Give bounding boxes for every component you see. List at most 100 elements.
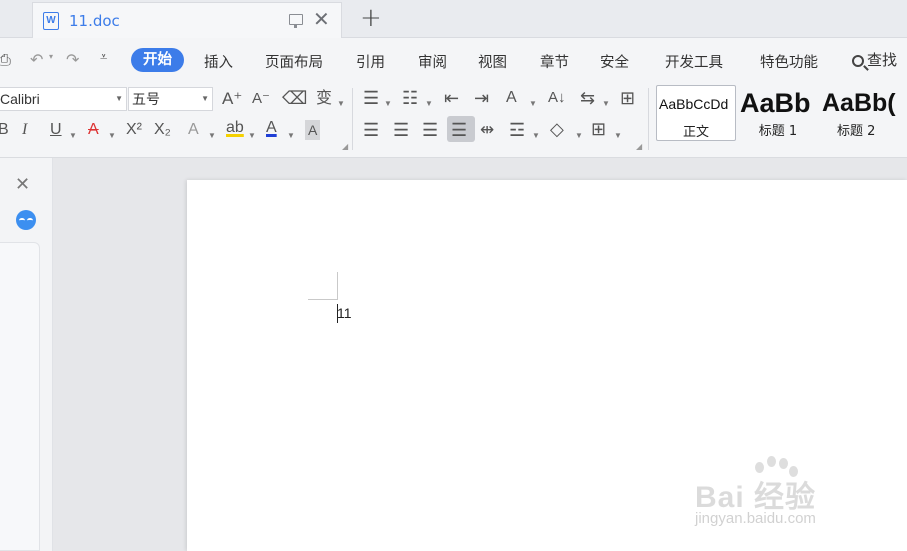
margin-marker-vertical [337, 272, 338, 300]
search-icon [852, 55, 864, 67]
word-doc-icon: W [43, 12, 59, 30]
chevron-down-icon[interactable]: ▼ [425, 94, 433, 114]
underline-icon[interactable]: U [50, 120, 62, 140]
style-heading-2[interactable]: AaBb( 标题 2 [820, 85, 907, 141]
style-normal[interactable]: AaBbCcDd 正文 [656, 85, 736, 141]
chevron-down-icon[interactable]: ▼ [529, 94, 537, 114]
paragraph-shading-icon[interactable]: ◇ [550, 119, 564, 139]
pin-window-icon[interactable] [289, 14, 303, 28]
menu-view[interactable]: 视图 [478, 51, 507, 72]
chevron-down-icon[interactable]: ▼ [248, 126, 256, 146]
style-preview: AaBb( [822, 89, 896, 117]
chevron-down-icon[interactable]: ▼ [532, 126, 540, 146]
left-task-pane: ✕ [0, 158, 53, 551]
chevron-down-icon[interactable]: ▼ [287, 126, 295, 146]
font-size-select[interactable]: 五号 ▼ [128, 87, 213, 111]
group-separator [352, 88, 353, 150]
chevron-down-icon[interactable]: ▼ [69, 126, 77, 146]
table-layout-icon[interactable]: ⊞ [620, 88, 635, 108]
line-spacing-toggle-icon[interactable]: ⇆ [580, 88, 595, 108]
style-heading-1[interactable]: AaBb 标题 1 [738, 85, 818, 141]
close-tab-icon[interactable]: ✕ [313, 7, 330, 31]
group-separator [648, 88, 649, 150]
customize-toolbar-icon[interactable]: ⩡ [100, 50, 107, 65]
style-gallery: AaBbCcDd 正文 AaBb 标题 1 AaBb( 标题 2 [655, 85, 907, 143]
print-preview-icon[interactable]: ⎙ [0, 50, 11, 70]
font-color-icon[interactable]: A [266, 118, 277, 138]
font-dialog-launcher[interactable]: ◢ [342, 142, 348, 151]
menu-review[interactable]: 审阅 [418, 51, 447, 72]
borders-icon[interactable]: ⊞ [591, 119, 606, 139]
strikethrough-icon[interactable]: A [88, 120, 99, 140]
chevron-down-icon[interactable]: ▼ [602, 94, 610, 114]
grow-font-icon[interactable]: A⁺ [222, 89, 242, 109]
clear-format-icon[interactable]: ⌫ [282, 88, 307, 108]
search-button[interactable]: 查找 [852, 49, 897, 70]
menu-security[interactable]: 安全 [600, 51, 629, 72]
menu-sections[interactable]: 章节 [540, 51, 569, 72]
document-tab-title: 11.doc [69, 12, 120, 30]
font-name-select[interactable]: Calibri ▼ [0, 87, 127, 111]
text-direction-icon[interactable]: A [506, 88, 517, 108]
paw-icon [779, 458, 788, 469]
margin-marker-horizontal [308, 299, 337, 300]
document-tab[interactable]: W 11.doc ✕ [32, 2, 342, 38]
pane-content [0, 242, 40, 551]
document-text[interactable]: 11 [337, 305, 352, 321]
font-size-value: 五号 [132, 91, 160, 107]
justify-icon: ☰ [451, 120, 468, 140]
align-left-icon[interactable]: ☰ [363, 120, 379, 140]
distributed-align-icon[interactable]: ⇹ [480, 120, 494, 140]
undo-dropdown-icon[interactable]: ▾ [49, 52, 53, 61]
paw-icon [767, 456, 776, 467]
chevron-down-icon: ▼ [201, 94, 209, 103]
new-tab-button[interactable]: + [360, 3, 382, 33]
ribbon: Calibri ▼ 五号 ▼ A⁺ A⁻ ⌫ 变 ▼ B I U ▼ A ▼ X² … [0, 82, 907, 158]
style-name: 标题 2 [837, 124, 876, 139]
superscript-icon[interactable]: X² [126, 120, 142, 140]
menu-special-features[interactable]: 特色功能 [760, 51, 818, 72]
shrink-font-icon[interactable]: A⁻ [252, 89, 270, 109]
line-spacing-icon[interactable]: ☲ [509, 120, 525, 140]
chevron-down-icon[interactable]: ▼ [337, 94, 345, 114]
assistant-logo-icon[interactable] [16, 210, 36, 230]
chevron-down-icon[interactable]: ▼ [108, 126, 116, 146]
redo-icon[interactable]: ↷ [66, 50, 79, 69]
character-shading-icon[interactable]: A [305, 120, 321, 140]
decrease-indent-icon[interactable]: ⇤ [444, 88, 459, 108]
close-pane-icon[interactable]: ✕ [15, 174, 30, 195]
undo-icon[interactable]: ↶ [30, 50, 43, 69]
style-preview: AaBb [740, 88, 811, 118]
text-effect-icon[interactable]: A [188, 120, 199, 140]
bold-icon[interactable]: B [0, 120, 9, 140]
subscript-icon[interactable]: X₂ [154, 120, 171, 140]
chevron-down-icon[interactable]: ▼ [384, 94, 392, 114]
tab-bar: W 11.doc ✕ + [0, 0, 907, 38]
font-name-value: Calibri [0, 91, 40, 107]
style-name: 正文 [682, 125, 709, 140]
align-right-icon[interactable]: ☰ [422, 120, 438, 140]
increase-indent-icon[interactable]: ⇥ [474, 88, 489, 108]
menu-bar: ⎙ ↶ ▾ ↷ ⩡ 开始 插入 页面布局 引用 审阅 视图 章节 安全 开发工具… [0, 38, 907, 82]
phonetic-guide-icon[interactable]: 变 [316, 89, 332, 109]
sort-icon[interactable]: A↓ [548, 88, 566, 108]
numbered-list-icon[interactable]: ☷ [402, 88, 418, 108]
chevron-down-icon[interactable]: ▼ [614, 126, 622, 146]
italic-icon[interactable]: I [22, 120, 27, 140]
style-name: 标题 1 [758, 124, 798, 139]
paragraph-dialog-launcher[interactable]: ◢ [636, 142, 642, 151]
watermark-url: jingyan.baidu.com [695, 510, 816, 527]
chevron-down-icon: ▼ [115, 94, 123, 103]
baidu-jingyan-watermark: Bai 经验 jingyan.baidu.com [695, 448, 905, 548]
menu-page-layout[interactable]: 页面布局 [265, 51, 323, 72]
highlight-icon[interactable]: ab [226, 118, 244, 138]
bullet-list-icon[interactable]: ☰ [363, 88, 379, 108]
align-center-icon[interactable]: ☰ [393, 120, 409, 140]
menu-developer-tools[interactable]: 开发工具 [665, 51, 723, 72]
menu-insert[interactable]: 插入 [204, 51, 233, 72]
chevron-down-icon[interactable]: ▼ [575, 126, 583, 146]
chevron-down-icon[interactable]: ▼ [208, 126, 216, 146]
menu-home[interactable]: 开始 [131, 48, 184, 72]
style-preview: AaBbCcDd [659, 96, 729, 112]
menu-references[interactable]: 引用 [356, 51, 385, 72]
